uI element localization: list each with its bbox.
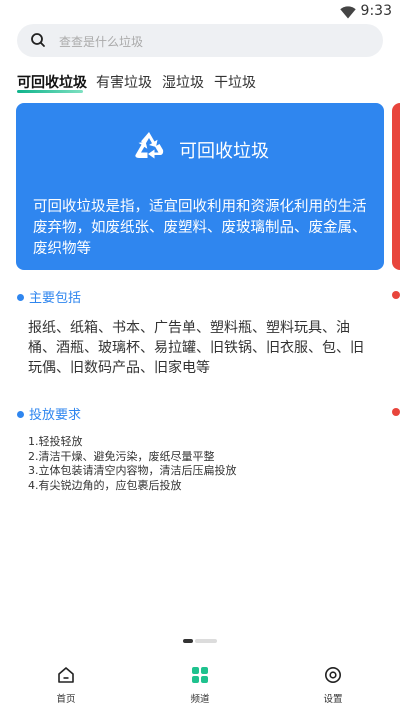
- tab-hazardous[interactable]: 有害垃圾: [96, 72, 152, 92]
- tab-dry[interactable]: 干垃圾: [214, 72, 256, 92]
- requirement-item: 2.清洁干燥、避免污染，废纸尽量平整: [28, 449, 215, 463]
- next-card-peek[interactable]: [392, 103, 400, 270]
- tab-wet[interactable]: 湿垃圾: [162, 72, 204, 92]
- main-items-heading: 主要包括: [17, 287, 81, 306]
- bottom-navigation: 首页 频道 设置: [0, 660, 400, 711]
- page-indicator: [183, 639, 217, 643]
- requirement-item: 1.轻投轻放: [28, 435, 83, 448]
- recycle-icon: [132, 129, 166, 167]
- card-title: 可回收垃圾: [179, 141, 269, 162]
- tab-recyclable[interactable]: 可回收垃圾: [17, 72, 87, 92]
- requirements-heading: 投放要求: [17, 404, 81, 423]
- active-tab-indicator: [17, 90, 83, 93]
- bullet-dot: [17, 411, 24, 418]
- settings-icon: [324, 667, 342, 688]
- requirement-item: 3.立体包装请清空内容物，清洁后压扁投放: [28, 464, 237, 477]
- nav-channel[interactable]: 频道: [165, 666, 235, 705]
- next-card-dot: [392, 291, 400, 299]
- wifi-icon: [340, 4, 356, 23]
- nav-home[interactable]: 首页: [31, 666, 101, 705]
- main-items-heading-text: 主要包括: [29, 291, 82, 306]
- nav-settings-label: 设置: [323, 694, 343, 705]
- bullet-dot: [17, 294, 24, 301]
- search-bar[interactable]: 查查是什么垃圾: [17, 24, 383, 57]
- search-icon: [30, 32, 46, 52]
- page-indicator-inactive: [195, 639, 217, 643]
- status-time: 9:33: [360, 3, 392, 19]
- home-icon: [57, 667, 75, 688]
- requirements-heading-text: 投放要求: [29, 408, 82, 423]
- requirements-list: 1.轻投轻放 2.清洁干燥、避免污染，废纸尽量平整 3.立体包装请清空内容物，清…: [28, 435, 237, 493]
- requirement-item: 4.有尖锐边角的，应包裹后投放: [28, 478, 182, 492]
- page-indicator-active: [183, 639, 193, 643]
- grid-icon: [191, 667, 209, 688]
- category-card[interactable]: 可回收垃圾 可回收垃圾是指，适宜回收利用和资源化利用的生活废弃物，如废纸张、废塑…: [16, 103, 384, 270]
- card-description: 可回收垃圾是指，适宜回收利用和资源化利用的生活废弃物，如废纸张、废塑料、废玻璃制…: [33, 199, 367, 257]
- main-items-text: 报纸、纸箱、书本、广告单、塑料瓶、塑料玩具、油桶、酒瓶、玻璃杯、易拉罐、旧铁锅、…: [28, 320, 364, 376]
- search-placeholder: 查查是什么垃圾: [59, 35, 144, 49]
- nav-settings[interactable]: 设置: [298, 666, 368, 705]
- status-bar: 9:33: [0, 0, 400, 22]
- nav-channel-label: 频道: [190, 694, 210, 705]
- next-card-dot: [392, 408, 400, 416]
- nav-home-label: 首页: [56, 694, 76, 705]
